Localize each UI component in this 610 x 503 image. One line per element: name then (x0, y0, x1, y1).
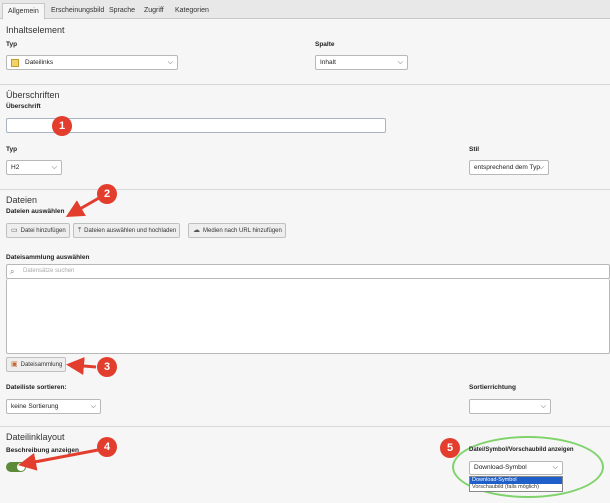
arrow-2 (65, 196, 100, 217)
arrow-4 (18, 448, 99, 471)
arrow-3 (66, 357, 97, 375)
annotation-arrows (18, 196, 100, 471)
